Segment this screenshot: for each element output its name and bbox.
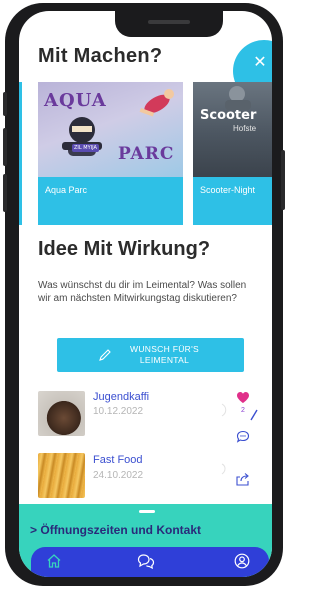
chat-icon[interactable] (137, 553, 155, 569)
item-title[interactable]: Fast Food (93, 454, 143, 466)
idee-title: Idee Mit Wirkung? (38, 238, 211, 260)
event-card-aqua-parc[interactable]: AQUA PARC ZIL MYIJA Aqua Parc (38, 82, 183, 225)
share-icon[interactable] (250, 409, 258, 421)
phone-power-button (281, 150, 285, 210)
app-screen: Mit Machen? ✕ AQUA PARC ZIL MYIJA Aqua P… (19, 11, 272, 577)
wish-button-line-1: WUNSCH FÜR'S (130, 344, 199, 354)
notch (115, 11, 223, 37)
swimmer-figure (139, 89, 174, 117)
ninja-figure (62, 117, 102, 156)
heart-icon[interactable] (236, 391, 250, 404)
art-text-location: Hofste (233, 124, 257, 133)
rider-figure (225, 86, 251, 110)
opening-hours-link[interactable]: > Öffnungszeiten und Kontakt (30, 523, 201, 537)
item-thumbnail-fast-food[interactable] (38, 453, 85, 498)
export-icon[interactable] (235, 472, 250, 486)
phone-volume-down (3, 174, 7, 212)
wish-button-label: WUNSCH FÜR'S LEIMENTAL (117, 344, 212, 366)
sheet-drag-handle[interactable] (139, 510, 155, 513)
like-count: 2 (241, 407, 245, 414)
card-previous-edge[interactable] (19, 82, 22, 225)
comment-icon[interactable] (236, 430, 250, 443)
speaker (148, 20, 190, 24)
pencil-icon (99, 349, 111, 361)
profile-icon[interactable] (234, 553, 250, 569)
reply-arc-icon (221, 403, 227, 417)
item-date: 10.12.2022 (93, 406, 144, 417)
art-text-aqua: AQUA (44, 90, 107, 111)
mitmachen-title: Mit Machen? (38, 45, 163, 67)
item-thumbnail-jugendkaffi[interactable] (38, 391, 85, 436)
event-image: Scooter Hofste (193, 82, 272, 177)
phone-volume-up (3, 128, 7, 166)
wish-button-line-2: LEIMENTAL (139, 355, 190, 365)
wish-button[interactable]: WUNSCH FÜR'S LEIMENTAL (57, 338, 244, 372)
home-icon[interactable] (46, 553, 62, 569)
reply-arc-icon (221, 463, 226, 475)
item-title[interactable]: Jugendkaffi (93, 391, 149, 403)
art-text-parc: PARC (118, 144, 175, 164)
art-badge: ZIL MYIJA (72, 144, 99, 152)
chevron-right-icon: > (30, 523, 38, 537)
event-card-scooter-night[interactable]: Scooter Hofste Scooter-Night (193, 82, 272, 225)
event-card-label: Aqua Parc (45, 185, 88, 195)
phone-side-button (3, 92, 7, 116)
event-card-label: Scooter-Night (200, 185, 256, 195)
item-date: 24.10.2022 (93, 470, 144, 481)
opening-hours-label: Öffnungszeiten und Kontakt (40, 523, 202, 537)
close-icon[interactable]: ✕ (253, 54, 267, 70)
idee-description: Was wünschst du dir im Leimental? Was so… (38, 280, 247, 304)
event-image: AQUA PARC ZIL MYIJA (38, 82, 183, 177)
